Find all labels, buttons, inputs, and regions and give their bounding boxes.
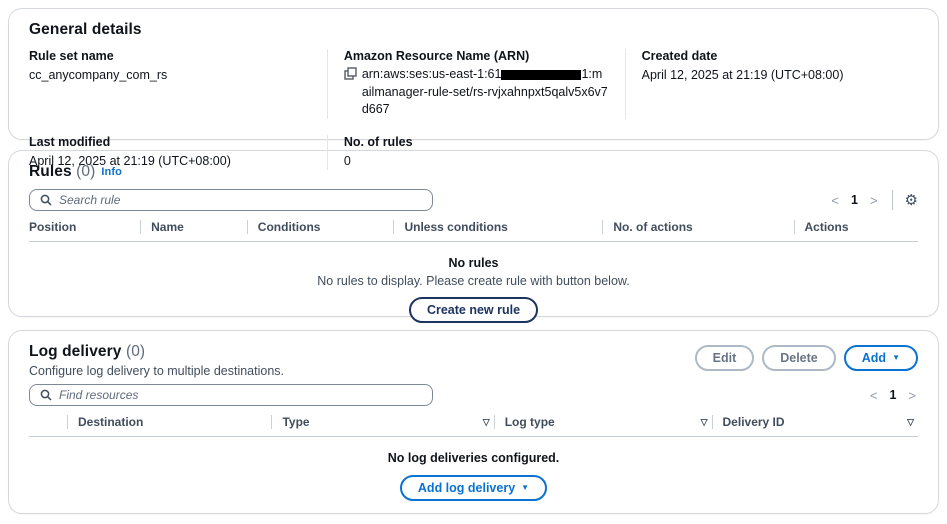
log-delivery-search-input[interactable] — [59, 388, 422, 402]
previous-page-icon[interactable]: < — [829, 193, 841, 208]
log-delivery-description: Configure log delivery to multiple desti… — [29, 364, 284, 378]
sort-icon[interactable]: ▽ — [907, 417, 918, 428]
rules-empty-state: No rules No rules to display. Please cre… — [29, 256, 918, 323]
rules-count: (0) — [76, 163, 95, 180]
toolbar-divider — [892, 190, 893, 210]
copy-icon[interactable] — [344, 67, 357, 80]
empty-cell — [625, 135, 918, 170]
sort-icon[interactable]: ▽ — [701, 417, 712, 428]
previous-page-icon[interactable]: < — [868, 388, 880, 403]
search-icon — [40, 194, 52, 206]
page-number[interactable]: 1 — [889, 388, 896, 402]
rule-set-name-field: Rule set name cc_anycompany_com_rs — [29, 49, 327, 119]
caret-down-icon: ▼ — [892, 353, 900, 363]
sort-icon[interactable]: ▽ — [483, 417, 494, 428]
search-icon — [40, 389, 52, 401]
next-page-icon[interactable]: > — [868, 193, 880, 208]
rules-search-box[interactable] — [29, 189, 433, 211]
rule-set-name-label: Rule set name — [29, 49, 311, 63]
empty-state-message: No rules to display. Please create rule … — [29, 274, 918, 288]
next-page-icon[interactable]: > — [906, 388, 918, 403]
page-number[interactable]: 1 — [851, 193, 858, 207]
rule-set-name-value: cc_anycompany_com_rs — [29, 66, 311, 84]
edit-button[interactable]: Edit — [695, 345, 755, 371]
column-header-no-of-actions: No. of actions — [602, 220, 793, 234]
add-button[interactable]: Add▼ — [844, 345, 918, 371]
general-details-row-2: Last modified April 12, 2025 at 21:19 (U… — [29, 135, 918, 170]
log-delivery-table-header: Destination Type▽ Log type▽ Delivery ID▽ — [29, 415, 918, 437]
last-modified-label: Last modified — [29, 135, 311, 149]
column-header-type[interactable]: Type▽ — [271, 415, 493, 429]
log-delivery-title: Log delivery (0) — [29, 343, 284, 361]
log-delivery-count: (0) — [126, 343, 145, 360]
column-header-actions: Actions — [794, 220, 918, 234]
delete-button[interactable]: Delete — [762, 345, 836, 371]
rules-search-input[interactable] — [59, 193, 422, 207]
rules-table-header: Position Name Conditions Unless conditio… — [29, 220, 918, 242]
arn-field: Amazon Resource Name (ARN) arn:aws:ses:u… — [327, 49, 625, 119]
column-header-delivery-id[interactable]: Delivery ID▽ — [712, 415, 918, 429]
arn-value: arn:aws:ses:us-east-1:611:mailmanager-ru… — [362, 66, 609, 119]
column-header-conditions: Conditions — [247, 220, 394, 234]
redacted-account-id — [501, 70, 581, 80]
column-header-unless-conditions: Unless conditions — [393, 220, 602, 234]
general-details-panel: General details Rule set name cc_anycomp… — [8, 8, 939, 140]
general-details-row-1: Rule set name cc_anycompany_com_rs Amazo… — [29, 49, 918, 119]
log-delivery-panel: Log delivery (0) Configure log delivery … — [8, 330, 939, 514]
log-delivery-search-box[interactable] — [29, 384, 433, 406]
add-log-delivery-button[interactable]: Add log delivery▼ — [400, 475, 547, 501]
num-rules-field: No. of rules 0 — [327, 135, 625, 170]
log-delivery-pagination: < 1 > — [868, 388, 918, 403]
general-details-title: General details — [29, 21, 918, 39]
num-rules-label: No. of rules — [344, 135, 609, 149]
caret-down-icon: ▼ — [521, 483, 529, 493]
rules-pagination: < 1 > ⚙ — [829, 190, 918, 210]
created-date-value: April 12, 2025 at 21:19 (UTC+08:00) — [642, 66, 902, 84]
num-rules-value: 0 — [344, 152, 609, 170]
created-date-label: Created date — [642, 49, 902, 63]
column-header-destination: Destination — [67, 415, 271, 429]
rules-panel: Rules (0)Info < 1 > ⚙ Position Name Cond… — [8, 150, 939, 317]
arn-label: Amazon Resource Name (ARN) — [344, 49, 609, 63]
empty-state-title: No rules — [29, 256, 918, 270]
create-new-rule-button[interactable]: Create new rule — [409, 297, 538, 323]
column-header-log-type[interactable]: Log type▽ — [494, 415, 712, 429]
column-header-position: Position — [29, 220, 140, 234]
empty-state-message: No log deliveries configured. — [29, 451, 918, 465]
rules-info-link[interactable]: Info — [101, 166, 122, 178]
created-date-field: Created date April 12, 2025 at 21:19 (UT… — [625, 49, 918, 119]
gear-icon[interactable]: ⚙ — [905, 193, 918, 208]
column-header-name: Name — [140, 220, 247, 234]
log-delivery-empty-state: No log deliveries configured. Add log de… — [29, 451, 918, 501]
